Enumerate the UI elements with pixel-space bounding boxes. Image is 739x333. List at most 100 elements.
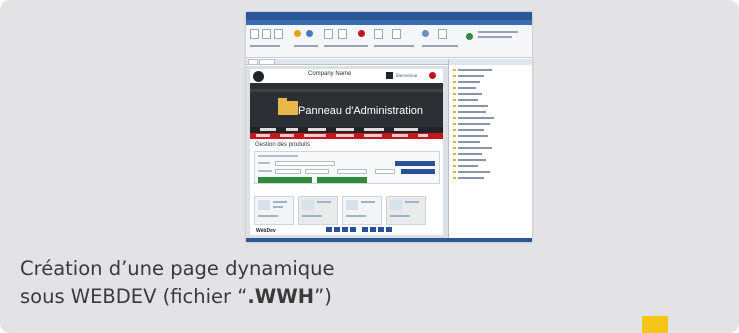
sub-menu xyxy=(250,133,443,139)
caption-line-2: sous WEBDEV (fichier “.WWH”) xyxy=(20,283,540,311)
filter-label xyxy=(258,170,272,172)
search-button[interactable] xyxy=(401,169,435,174)
folder-icon xyxy=(453,75,456,77)
pagination xyxy=(326,227,406,232)
product-text xyxy=(390,215,410,217)
hero-banner: Panneau d'Administration xyxy=(250,83,443,127)
folder-icon xyxy=(453,99,456,101)
corner-accent xyxy=(642,316,668,333)
product-card[interactable] xyxy=(298,196,338,225)
ribbon-text xyxy=(478,36,512,38)
folder-icon xyxy=(453,93,456,95)
folder-icon xyxy=(453,171,456,173)
page-button[interactable] xyxy=(362,227,368,232)
product-card[interactable] xyxy=(386,196,426,225)
ide-ribbon xyxy=(246,25,532,58)
menu-item xyxy=(256,134,270,137)
welcome-link: Bienvenue xyxy=(396,73,418,78)
menu-item xyxy=(308,128,326,131)
filter-label xyxy=(258,155,298,157)
tab-home[interactable] xyxy=(248,59,258,65)
ribbon-help-icon xyxy=(466,33,473,40)
project-explorer xyxy=(448,59,532,238)
folder-icon xyxy=(453,87,456,89)
ribbon-code-icon xyxy=(374,29,383,39)
explorer-header xyxy=(449,59,532,65)
folder-icon xyxy=(453,117,456,119)
ribbon-test-icon xyxy=(306,30,313,37)
search-criteria-box xyxy=(254,151,440,184)
menu-item xyxy=(260,128,276,131)
ribbon-page-icon xyxy=(324,29,333,39)
filter-input[interactable] xyxy=(275,161,335,166)
menu-item xyxy=(418,134,428,137)
section-title: Gestion des produits xyxy=(255,142,311,148)
ribbon-text xyxy=(324,45,368,47)
ribbon-open-icon xyxy=(262,29,271,39)
page-button[interactable] xyxy=(370,227,376,232)
product-text xyxy=(405,201,419,203)
page-button[interactable] xyxy=(326,227,332,232)
menu-item xyxy=(304,134,326,137)
ribbon-text xyxy=(250,45,280,47)
company-name: Company Name xyxy=(308,71,352,77)
delete-selection-button[interactable] xyxy=(317,177,367,183)
product-image xyxy=(302,200,314,210)
ribbon-text xyxy=(374,45,414,47)
folder-icon xyxy=(453,147,456,149)
filter-input[interactable] xyxy=(337,169,367,174)
caption-file-extension: .WWH xyxy=(247,285,315,308)
filter-button[interactable] xyxy=(395,161,435,166)
webdev-logo: WebDev xyxy=(256,228,276,234)
menu-item xyxy=(364,134,382,137)
site-header: Company Name Bienvenue xyxy=(250,69,443,83)
page-button[interactable] xyxy=(386,227,392,232)
login-arrow-icon xyxy=(386,72,393,79)
content-card: Company Name Bienvenue Panneau d'Adminis… xyxy=(0,0,739,333)
folder-icon xyxy=(453,177,456,179)
folder-icon xyxy=(453,123,456,125)
add-product-button[interactable] xyxy=(258,177,312,183)
page-preview: Company Name Bienvenue Panneau d'Adminis… xyxy=(250,69,443,235)
page-button[interactable] xyxy=(350,227,356,232)
ribbon-run-icon xyxy=(294,30,301,37)
ide-title-bar xyxy=(246,12,532,20)
hero-stripe xyxy=(250,89,443,92)
menu-item xyxy=(336,128,354,131)
filter-input[interactable] xyxy=(375,169,395,174)
menu-item xyxy=(336,134,354,137)
ribbon-control-icon xyxy=(338,29,347,39)
caption-line-1: Création d’une page dynamique xyxy=(20,257,335,280)
folder-icon xyxy=(453,105,456,107)
page-editor: Company Name Bienvenue Panneau d'Adminis… xyxy=(246,66,448,238)
ide-status-bar xyxy=(246,238,532,242)
folder-icon xyxy=(453,135,456,137)
ribbon-text xyxy=(478,31,518,33)
product-text xyxy=(317,201,331,203)
page-button[interactable] xyxy=(342,227,348,232)
product-text xyxy=(346,215,366,217)
product-card[interactable] xyxy=(342,196,382,225)
ribbon-style-icon xyxy=(392,29,401,39)
folder-icon xyxy=(453,129,456,131)
product-text xyxy=(273,206,283,208)
menu-item xyxy=(286,128,298,131)
tab-page[interactable] xyxy=(259,59,275,65)
menu-item xyxy=(364,128,384,131)
webdev-screenshot-thumbnail[interactable]: Company Name Bienvenue Panneau d'Adminis… xyxy=(246,12,532,242)
caption-suffix: ”) xyxy=(314,285,332,308)
ribbon-debug-icon xyxy=(358,30,365,37)
caption: Création d’une page dynamique sous WEBDE… xyxy=(20,255,540,311)
page-button[interactable] xyxy=(334,227,340,232)
product-image xyxy=(390,200,402,210)
caption-prefix: sous WEBDEV (fichier “ xyxy=(20,285,248,308)
folder-icon xyxy=(453,69,456,71)
page-button[interactable] xyxy=(378,227,384,232)
product-image xyxy=(346,200,358,210)
product-card[interactable] xyxy=(254,196,294,225)
filter-input[interactable] xyxy=(305,169,329,174)
menu-item xyxy=(392,134,408,137)
filter-input[interactable] xyxy=(275,169,301,174)
ribbon-text xyxy=(294,45,318,47)
product-text xyxy=(302,215,322,217)
